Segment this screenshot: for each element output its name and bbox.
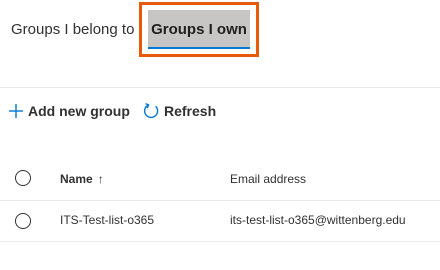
active-tab-indicator [148,47,250,49]
divider [0,87,440,88]
refresh-button[interactable]: Refresh [142,100,216,122]
select-all-radio[interactable] [15,170,31,186]
cell-email: its-test-list-o365@wittenberg.edu [230,213,406,227]
table-header-row: Name ↑ Email address [0,160,440,201]
highlight-box: Groups I own [139,2,259,57]
column-header-email[interactable]: Email address [230,172,306,186]
refresh-icon [143,102,159,119]
cell-name[interactable]: ITS-Test-list-o365 [60,213,154,227]
refresh-label: Refresh [164,103,217,119]
arrow-up-icon: ↑ [97,172,104,186]
add-new-group-label: Add new group [28,103,130,119]
table-row[interactable]: ITS-Test-list-o365 its-test-list-o365@wi… [0,201,440,242]
tab-groups-i-own[interactable]: Groups I own [148,10,250,49]
tab-groups-i-belong-to[interactable]: Groups I belong to [11,20,134,40]
row-select-radio[interactable] [15,213,31,229]
tab-groups-i-own-label: Groups I own [151,21,247,38]
add-new-group-button[interactable]: Add new group [8,100,130,122]
plus-icon [9,104,23,118]
column-header-name-label: Name [60,172,93,186]
column-header-name[interactable]: Name ↑ [60,172,104,186]
